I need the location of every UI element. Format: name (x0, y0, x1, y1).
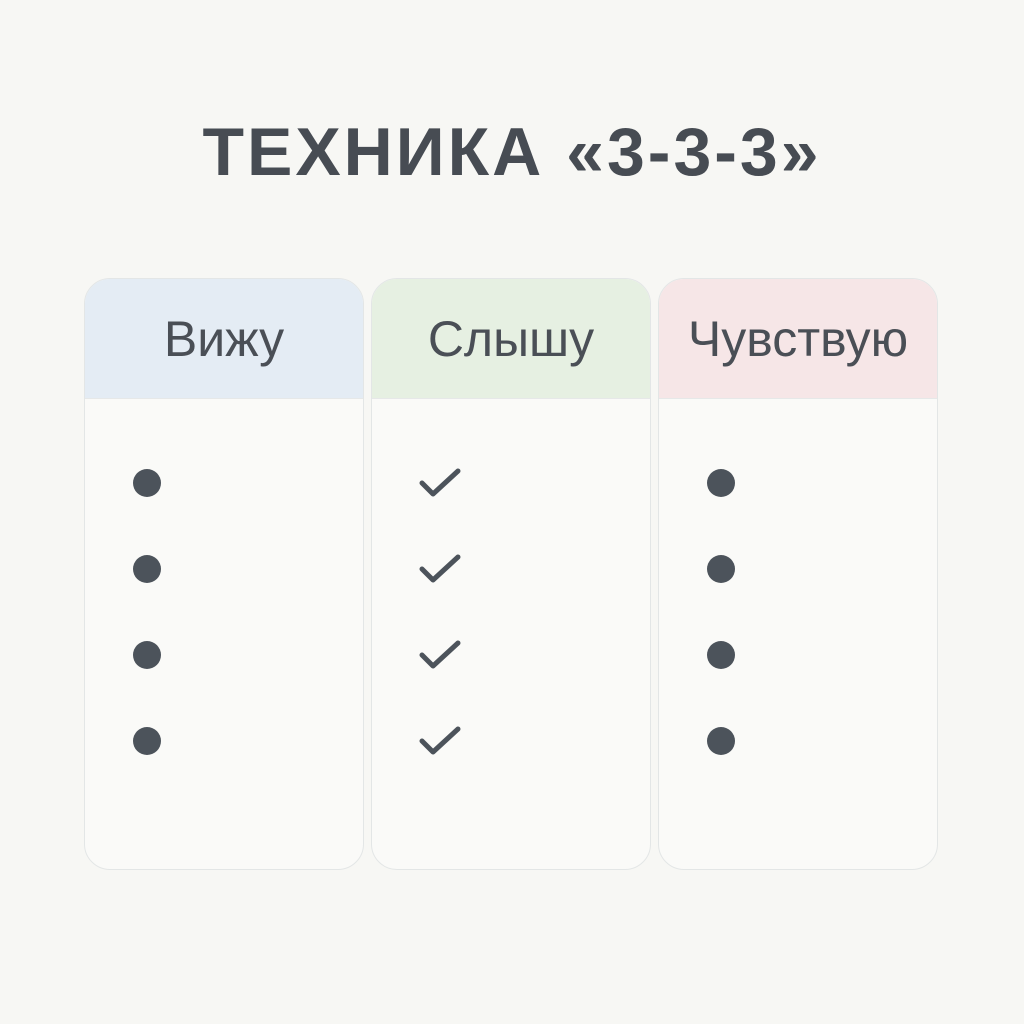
bullet-dot-icon (133, 469, 161, 497)
bullet-dot-icon (133, 727, 161, 755)
columns-container: Вижу Слышу Чувствую (84, 278, 940, 872)
page: ТЕХНИКА «3-3-3» Вижу Слышу Чувствую (0, 0, 1024, 1024)
checkmark-icon (419, 726, 461, 755)
checkmark-icon (419, 640, 461, 669)
page-title: ТЕХНИКА «3-3-3» (202, 114, 822, 190)
column-label-see: Вижу (163, 310, 285, 367)
bullet-dot-icon (707, 727, 735, 755)
column-label-feel: Чувствую (687, 310, 909, 367)
column-label-hear: Слышу (427, 310, 595, 367)
bullet-dot-icon (133, 555, 161, 583)
bullet-dot-icon (133, 641, 161, 669)
column-hear: Слышу (371, 278, 651, 870)
checkmark-icon (419, 554, 461, 583)
bullet-dot-icon (707, 641, 735, 669)
checkmark-icon (419, 468, 461, 497)
bullet-dot-icon (707, 469, 735, 497)
column-see: Вижу (84, 278, 364, 870)
bullet-dot-icon (707, 555, 735, 583)
column-header-see: Вижу (85, 279, 363, 399)
column-header-hear: Слышу (372, 279, 650, 399)
column-feel: Чувствую (658, 278, 938, 870)
column-header-feel: Чувствую (659, 279, 937, 399)
